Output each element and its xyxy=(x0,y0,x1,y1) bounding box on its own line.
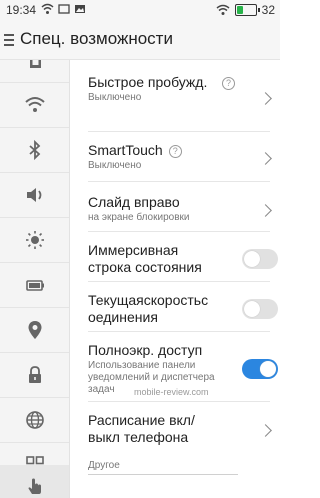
setting-label: Полноэкр. доступ xyxy=(88,342,203,358)
bluetooth-icon xyxy=(29,139,41,161)
rail-item-sound[interactable] xyxy=(0,173,69,218)
divider xyxy=(88,474,238,475)
lock-icon xyxy=(29,366,41,383)
setting-connection-speed[interactable]: Текущаяскоростьс оединения xyxy=(88,282,278,332)
rail-item-language[interactable] xyxy=(0,398,69,443)
sim-icon xyxy=(30,60,41,68)
page-title: Спец. возможности xyxy=(20,29,173,48)
fullscreen-toggle[interactable] xyxy=(242,359,278,379)
location-icon xyxy=(28,321,42,339)
battery-level: 32 xyxy=(261,3,275,17)
rail-item-brightness[interactable] xyxy=(0,218,69,263)
chevron-right-icon xyxy=(259,424,272,437)
settings-list: Быстрое пробужд.? Выключено SmartTouch? … xyxy=(70,60,280,498)
rail-item-wifi[interactable] xyxy=(0,83,69,128)
rail-item-bluetooth[interactable] xyxy=(0,128,69,173)
setting-smarttouch[interactable]: SmartTouch? Выключено xyxy=(88,132,272,182)
setting-immersive[interactable]: Иммерсивная строка состояния xyxy=(88,232,278,282)
setting-sub: Выключено xyxy=(88,92,142,103)
help-icon[interactable]: ? xyxy=(222,77,235,90)
setting-label: Слайд вправо xyxy=(88,194,180,210)
screen-icon xyxy=(58,4,70,14)
watermark: mobile-review.com xyxy=(134,387,209,397)
sound-icon xyxy=(27,188,42,202)
setting-schedule[interactable]: Расписание вкл/ выкл телефона xyxy=(88,402,272,454)
setting-label: Текущаяскоростьс оединения xyxy=(88,292,209,325)
help-icon[interactable]: ? xyxy=(168,145,182,158)
setting-swipe-right[interactable]: Слайд вправо на экране блокировки xyxy=(88,182,272,232)
rail-item-lock[interactable] xyxy=(0,353,69,398)
rail-item-location[interactable] xyxy=(0,308,69,353)
setting-sub: Выключено xyxy=(88,160,142,171)
wifi-icon xyxy=(216,4,230,15)
setting-quick-wake[interactable]: Быстрое пробужд.? Выключено xyxy=(88,74,272,132)
menu-icon[interactable] xyxy=(4,31,18,47)
globe-icon xyxy=(26,411,44,429)
gesture-hand-icon xyxy=(28,478,41,494)
brightness-icon xyxy=(26,231,44,249)
rail-item-battery[interactable] xyxy=(0,263,69,308)
setting-label: SmartTouch xyxy=(88,142,163,158)
setting-label: Расписание вкл/ выкл телефона xyxy=(88,412,195,445)
battery-icon xyxy=(234,4,260,16)
setting-sub: на экране блокировки xyxy=(88,212,190,223)
image-icon xyxy=(75,5,85,13)
section-header-other: Другое xyxy=(88,460,120,471)
status-bar: 19:34 32 xyxy=(0,0,280,20)
battery-icon xyxy=(26,280,44,291)
wifi-icon xyxy=(25,97,45,112)
app-bar: Спец. возможности xyxy=(0,20,280,60)
category-rail xyxy=(0,60,70,498)
rail-item-gestures[interactable] xyxy=(0,465,69,498)
status-time: 19:34 xyxy=(6,3,37,17)
setting-label: Быстрое пробужд. xyxy=(88,74,208,90)
connection-speed-toggle[interactable] xyxy=(242,299,278,319)
setting-label: Иммерсивная строка состояния xyxy=(88,242,202,275)
immersive-toggle[interactable] xyxy=(242,249,278,269)
rail-item-sim[interactable] xyxy=(0,60,69,83)
wifi-icon xyxy=(41,3,54,14)
